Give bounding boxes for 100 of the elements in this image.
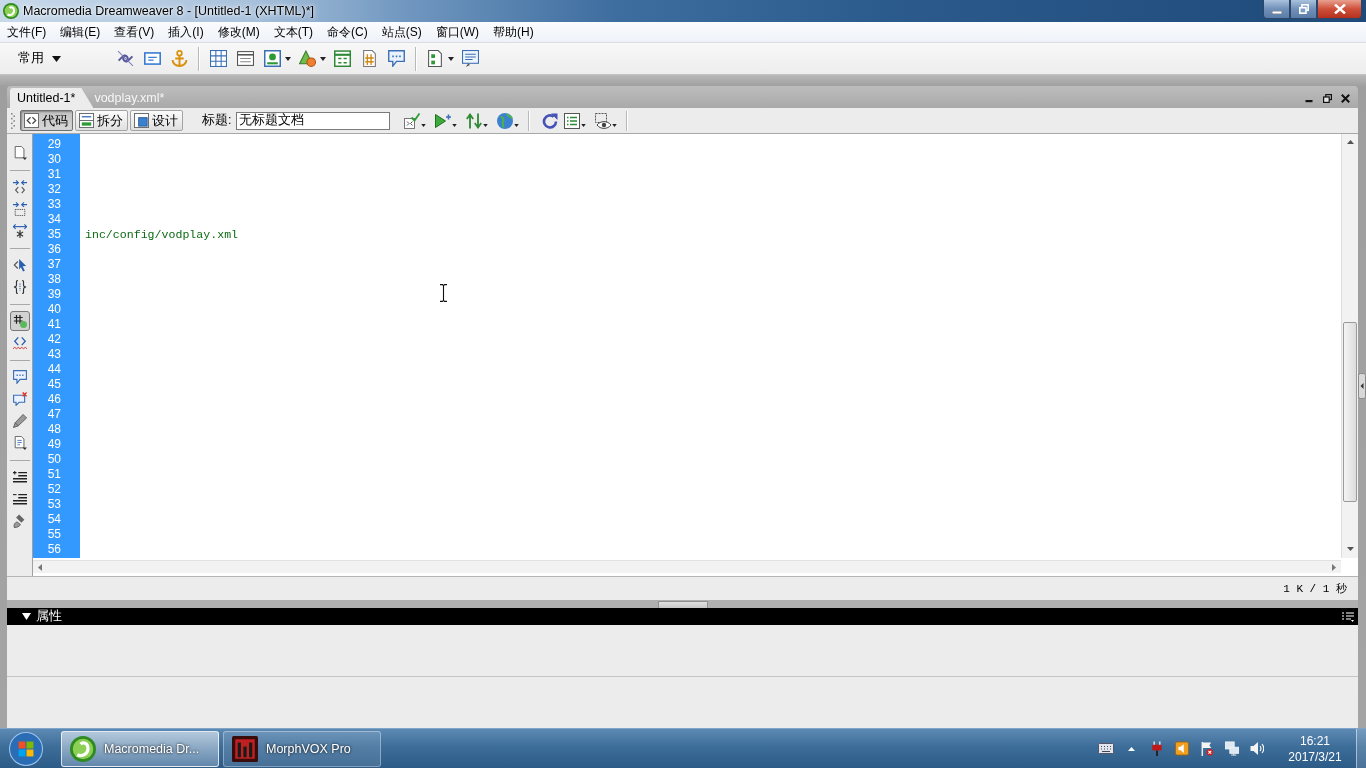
caret-icon[interactable] [320, 56, 326, 61]
square-logo-icon [232, 735, 258, 762]
text-cursor-icon [439, 284, 448, 302]
clock-time[interactable]: 16:21 [1300, 732, 1330, 749]
restore-icon [1298, 4, 1309, 14]
table-icon[interactable] [210, 50, 227, 67]
title-label: 标题: [202, 112, 232, 129]
play-icon[interactable] [435, 112, 452, 129]
scroll-up-icon[interactable] [1346, 140, 1354, 144]
envelope-icon[interactable] [144, 50, 161, 67]
collapse-selection-icon[interactable] [12, 202, 27, 216]
collapse-code-icon[interactable] [12, 180, 27, 194]
minimize-icon [1271, 10, 1282, 14]
menu-item[interactable]: 命令(C) [320, 23, 375, 41]
document-icon[interactable] [427, 50, 444, 67]
menu-item[interactable]: 插入(I) [161, 23, 211, 41]
layout-box-icon[interactable] [237, 50, 254, 67]
caret-icon[interactable] [421, 124, 427, 127]
scroll-left-icon[interactable] [38, 563, 42, 571]
up-down-arrows-icon[interactable] [466, 112, 483, 129]
design-view-button[interactable]: 设计 [130, 110, 183, 131]
menu-item[interactable]: 修改(M) [210, 23, 267, 41]
menu-item[interactable]: 帮助(H) [486, 23, 541, 41]
circle-logo-icon [3, 3, 19, 19]
brush-icon[interactable] [12, 514, 27, 528]
restore-button[interactable] [1290, 0, 1317, 19]
scrollbar-thumb[interactable] [1343, 322, 1357, 502]
menu-item[interactable]: 站点(S) [374, 23, 429, 41]
menu-item[interactable]: 编辑(E) [53, 23, 108, 41]
expand-arrow-icon[interactable] [22, 613, 31, 620]
horizontal-scrollbar[interactable] [33, 560, 1341, 573]
caret-icon[interactable] [581, 124, 587, 127]
caret-icon[interactable] [285, 56, 291, 61]
code-brackets-icon [24, 113, 39, 128]
category-dropdown[interactable]: 常用 [12, 48, 67, 69]
caret-icon[interactable] [452, 124, 458, 127]
drag-handle-icon[interactable] [11, 112, 15, 129]
shapes-icon[interactable] [299, 50, 316, 67]
outdent-icon[interactable] [12, 492, 27, 506]
keyboard-icon[interactable] [1098, 743, 1114, 754]
document-tab[interactable]: Untitled-1* [10, 88, 94, 108]
document-icon[interactable] [12, 146, 27, 160]
menu-item[interactable]: 查看(V) [107, 23, 162, 41]
flag-icon[interactable] [1200, 741, 1214, 756]
document-icon[interactable] [361, 50, 378, 67]
braces-icon[interactable] [12, 280, 27, 294]
minimize-button[interactable] [1263, 0, 1290, 19]
indent-icon[interactable] [12, 470, 27, 484]
caret-icon[interactable] [483, 124, 489, 127]
close-icon[interactable] [1341, 93, 1350, 103]
line-number: 31 [46, 167, 62, 182]
window-icon[interactable] [462, 50, 479, 67]
title-field[interactable]: 无标题文档 [236, 111, 391, 130]
menu-item[interactable]: 窗口(W) [428, 23, 486, 41]
speech-bubble-icon[interactable] [12, 370, 27, 384]
restore-icon[interactable] [1323, 93, 1332, 103]
panel-title[interactable]: 属性 [36, 608, 62, 625]
pen-icon[interactable] [12, 414, 27, 428]
speech-bubble-icon[interactable] [12, 392, 27, 406]
eye-icon[interactable] [595, 112, 612, 129]
check-icon[interactable] [404, 112, 421, 129]
code-brackets-icon[interactable] [12, 336, 27, 350]
taskbar-button[interactable]: MorphVOX Pro [223, 730, 381, 767]
caret-icon[interactable] [612, 124, 618, 127]
vertical-scrollbar[interactable] [1341, 134, 1358, 558]
scroll-right-icon[interactable] [1332, 563, 1336, 571]
caret-up-icon[interactable] [1128, 746, 1135, 751]
calendar-icon[interactable] [334, 50, 351, 67]
collapse-handle-icon[interactable] [1358, 373, 1366, 399]
clock-date[interactable]: 2017/3/21 [1288, 748, 1342, 765]
link-icon[interactable] [117, 50, 134, 67]
scroll-down-icon[interactable] [1346, 547, 1354, 551]
split-view-button[interactable]: 拆分 [75, 110, 128, 131]
line-number: 50 [46, 452, 62, 467]
menu-item[interactable]: 文件(F) [0, 23, 54, 41]
plug-icon[interactable] [1150, 741, 1164, 756]
list-icon[interactable] [564, 112, 581, 129]
monitor-icon[interactable] [1225, 741, 1239, 756]
image-icon[interactable] [264, 50, 281, 67]
document-icon[interactable] [12, 436, 27, 450]
cursor-arrow-icon[interactable] [12, 258, 27, 272]
speech-bubble-icon[interactable] [388, 50, 405, 67]
speaker-box-icon[interactable] [1175, 741, 1189, 756]
options-menu-icon[interactable] [1342, 611, 1354, 622]
hash-icon[interactable] [9, 311, 30, 331]
code-view-button[interactable]: 代码 [20, 110, 73, 131]
caret-icon[interactable] [514, 124, 520, 127]
caret-icon [52, 55, 61, 62]
splitter-handle[interactable] [657, 601, 708, 608]
volume-icon[interactable] [1250, 741, 1264, 756]
close-button[interactable] [1317, 0, 1362, 19]
start-icon[interactable] [9, 731, 43, 766]
line-number: 47 [46, 407, 62, 422]
line-number: 39 [46, 287, 62, 302]
caret-icon[interactable] [448, 56, 454, 61]
refresh-icon[interactable] [542, 112, 559, 129]
expand-all-icon[interactable] [12, 224, 27, 238]
menu-item[interactable]: 文本(T) [266, 23, 320, 41]
line-number: 35 [46, 227, 62, 242]
show-desktop-button[interactable] [1356, 729, 1366, 768]
